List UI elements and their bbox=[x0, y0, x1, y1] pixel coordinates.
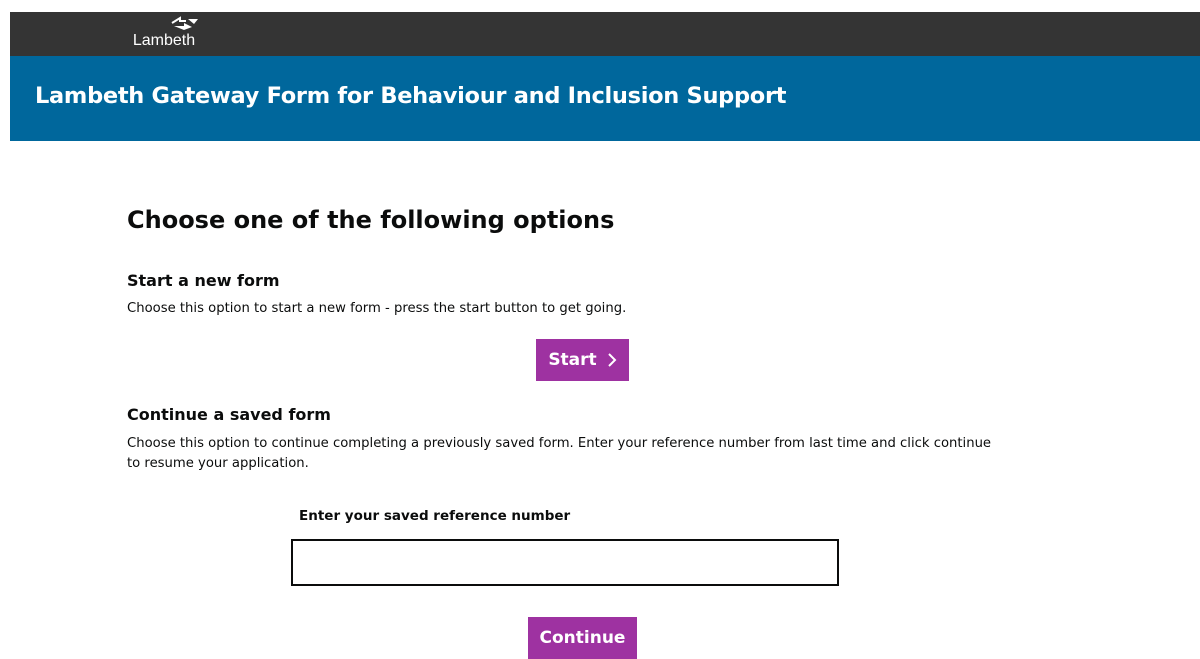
banner-title: Lambeth Gateway Form for Behaviour and I… bbox=[35, 83, 787, 109]
saved-form-description: Choose this option to continue completin… bbox=[127, 436, 992, 471]
reference-number-input[interactable] bbox=[291, 539, 839, 586]
lambeth-logo-icon bbox=[171, 16, 198, 30]
top-bar: Lambeth bbox=[10, 12, 1200, 56]
saved-form-heading: Continue a saved form bbox=[127, 405, 331, 424]
start-button[interactable]: Start bbox=[536, 339, 629, 381]
page-title: Choose one of the following options bbox=[127, 206, 615, 234]
new-form-description: Choose this option to start a new form -… bbox=[127, 301, 627, 316]
continue-button[interactable]: Continue bbox=[528, 617, 637, 659]
start-button-label: Start bbox=[548, 350, 597, 370]
chevron-right-icon bbox=[607, 353, 617, 367]
reference-number-label: Enter your saved reference number bbox=[299, 508, 571, 524]
lambeth-logo[interactable]: Lambeth bbox=[126, 14, 202, 52]
new-form-heading: Start a new form bbox=[127, 271, 280, 290]
logo-text: Lambeth bbox=[132, 32, 196, 49]
page-banner: Lambeth Gateway Form for Behaviour and I… bbox=[10, 56, 1200, 141]
